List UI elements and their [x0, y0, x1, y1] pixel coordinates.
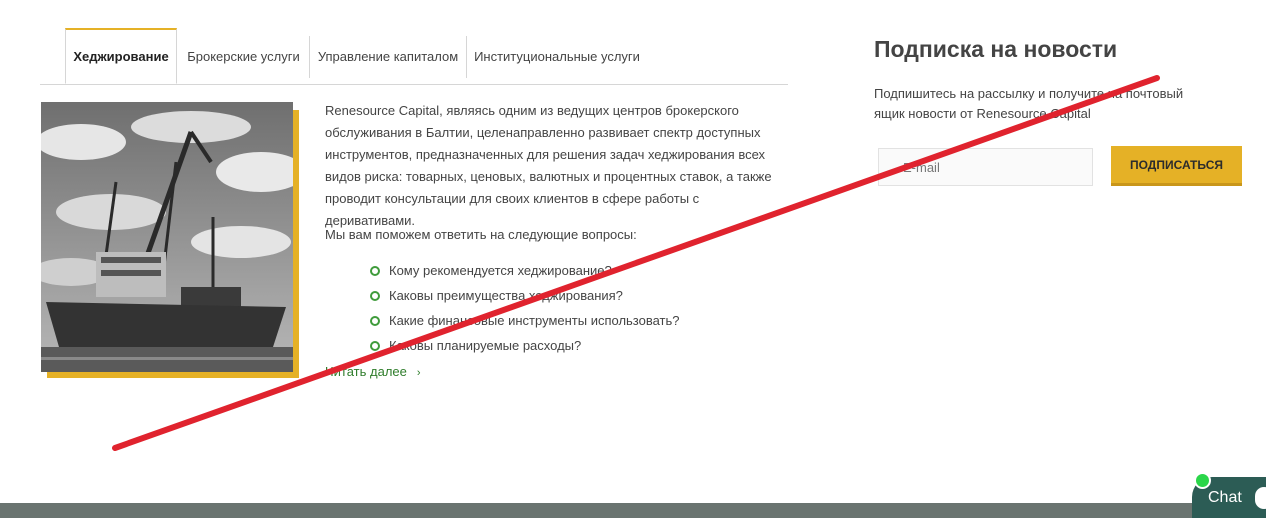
list-item: Кому рекомендуется хеджирование?	[370, 258, 680, 283]
chat-bubble-icon	[1255, 487, 1266, 509]
hedging-description: Renesource Capital, являясь одним из вед…	[325, 103, 772, 228]
subscribe-button[interactable]: ПОДПИСАТЬСЯ	[1111, 146, 1242, 186]
chevron-right-icon: ›	[416, 367, 421, 379]
tab-hedging[interactable]: Хеджирование	[65, 28, 177, 84]
circle-bullet-icon	[370, 266, 380, 276]
circle-bullet-icon	[370, 291, 380, 301]
circle-bullet-icon	[370, 316, 380, 326]
questions-lead: Мы вам поможем ответить на следующие воп…	[325, 227, 637, 242]
questions-list: Кому рекомендуется хеджирование? Каковы …	[370, 258, 680, 358]
list-item: Каковы преимущества хеджирования?	[370, 283, 680, 308]
online-status-dot	[1194, 472, 1211, 489]
tab-brokerage[interactable]: Брокерские услуги	[178, 28, 309, 84]
service-tabs: Хеджирование Брокерские услуги Управлени…	[40, 28, 788, 85]
subscribe-description: Подпишитесь на рассылку и получите на по…	[874, 86, 1184, 121]
chat-label: Chat	[1208, 489, 1242, 506]
read-more-link[interactable]: Читать далее ›	[325, 362, 421, 383]
list-item: Каковы планируемые расходы?	[370, 333, 680, 358]
tab-institutional[interactable]: Институциональные услуги	[467, 28, 647, 84]
subscribe-title: Подписка на новости	[874, 36, 1118, 62]
list-item: Какие финансовые инструменты использоват…	[370, 308, 680, 333]
cargo-ship-image	[41, 102, 293, 372]
circle-bullet-icon	[370, 341, 380, 351]
tab-capital-management[interactable]: Управление капиталом	[310, 28, 466, 84]
footer-bar	[0, 503, 1266, 518]
email-field[interactable]	[878, 148, 1093, 186]
